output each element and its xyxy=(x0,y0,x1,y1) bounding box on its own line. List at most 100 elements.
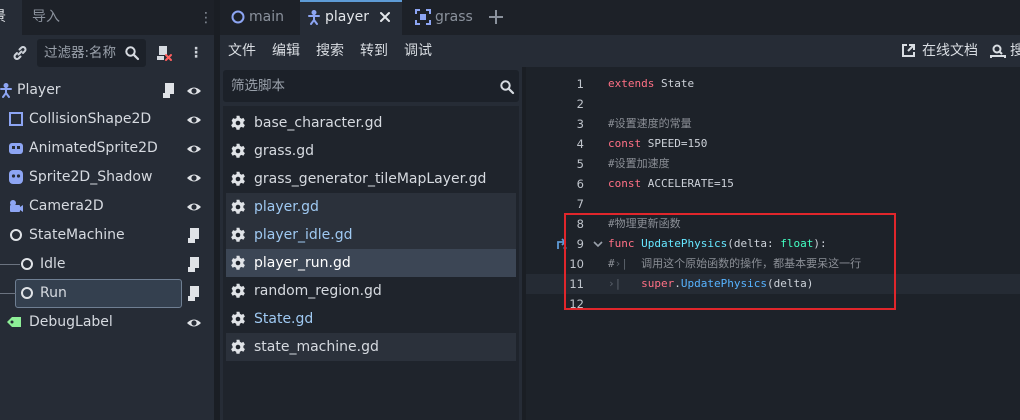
scene-menu-icon[interactable]: ⋮ xyxy=(189,43,203,63)
script-name: player_run.gd xyxy=(254,255,351,271)
menu-file[interactable]: 文件 xyxy=(228,35,256,67)
tree-label: Camera2D xyxy=(29,198,104,214)
tree-row-player[interactable]: Player xyxy=(0,76,214,105)
tree-label: DebugLabel xyxy=(29,314,113,330)
node-circle-icon xyxy=(10,229,22,241)
tree-label: Idle xyxy=(40,256,66,272)
script-list-item[interactable]: player.gd xyxy=(226,193,516,221)
tree-row-camera2d[interactable]: Camera2D xyxy=(0,192,214,221)
gear-icon xyxy=(231,283,245,298)
gear-icon xyxy=(231,171,245,186)
script-name: state_machine.gd xyxy=(254,339,379,355)
script-tabs: main player grass xyxy=(220,0,1020,35)
script-list-item[interactable]: base_character.gd xyxy=(226,109,516,137)
tree-row-collisionshape2d[interactable]: CollisionShape2D xyxy=(0,105,214,134)
tilemap-icon xyxy=(415,9,431,25)
tree-label: AnimatedSprite2D xyxy=(29,140,158,156)
code-text: const ACCELERATE=15 xyxy=(608,174,734,194)
script-list-item[interactable]: state_machine.gd xyxy=(226,333,516,361)
script-list-item[interactable]: State.gd xyxy=(226,305,516,333)
script-icon[interactable] xyxy=(162,82,176,99)
link-icon[interactable] xyxy=(11,44,29,62)
tree-row-run[interactable]: Run xyxy=(0,279,214,308)
line-number: 3 xyxy=(576,117,584,131)
add-tab-icon[interactable] xyxy=(486,7,506,27)
scene-filter-placeholder: 过滤器:名称 xyxy=(44,45,117,61)
script-list-item[interactable]: player_run.gd xyxy=(226,249,516,277)
sprite-icon xyxy=(9,170,23,184)
tree-label: Sprite2D_Shadow xyxy=(29,169,153,185)
tree-row-statemachine[interactable]: StateMachine xyxy=(0,221,214,250)
node-circle-icon xyxy=(21,258,33,270)
tab-player[interactable]: player xyxy=(300,0,402,35)
code-line[interactable]: 6 const ACCELERATE=15 xyxy=(526,174,1020,194)
tree-label: CollisionShape2D xyxy=(29,111,152,127)
tab-grass[interactable]: grass xyxy=(404,0,494,35)
code-line[interactable]: 2 xyxy=(526,94,1020,114)
script-icon[interactable] xyxy=(187,256,201,273)
code-text: #设置速度的常量 xyxy=(608,114,692,134)
visibility-eye-icon[interactable] xyxy=(186,83,202,99)
menu-debug[interactable]: 调试 xyxy=(404,35,432,67)
visibility-eye-icon[interactable] xyxy=(186,199,202,215)
scene-dock: 景 导入 ⋮ 过滤器:名称 ⋮ xyxy=(0,0,214,420)
scene-filter-input[interactable]: 过滤器:名称 xyxy=(37,39,146,67)
search-help-label: 搜 xyxy=(1010,43,1020,59)
menu-goto[interactable]: 转到 xyxy=(360,35,388,67)
code-token: const xyxy=(608,177,642,190)
tree-row-idle[interactable]: Idle xyxy=(0,250,214,279)
dock-options-icon[interactable]: ⋮ xyxy=(199,9,213,27)
script-menu-bar: 文件 编辑 搜索 转到 调试 在线文档 搜 xyxy=(220,35,1020,67)
tree-connector xyxy=(0,293,16,294)
script-name: grass.gd xyxy=(254,143,315,159)
menu-edit[interactable]: 编辑 xyxy=(272,35,300,67)
gear-icon xyxy=(231,199,245,214)
visibility-eye-icon[interactable] xyxy=(186,170,202,186)
line-number: 1 xyxy=(576,77,584,91)
tab-label: main xyxy=(249,9,284,25)
code-line[interactable]: 7 xyxy=(526,194,1020,214)
code-text: extends State xyxy=(608,74,694,94)
script-filter-input[interactable]: 筛选脚本 xyxy=(223,70,519,102)
script-icon[interactable] xyxy=(187,285,201,302)
script-filter-placeholder: 筛选脚本 xyxy=(231,78,285,94)
code-line[interactable]: 3 #设置速度的常量 xyxy=(526,114,1020,134)
script-name: grass_generator_tileMapLayer.gd xyxy=(254,171,487,187)
tab-label: grass xyxy=(435,9,473,25)
line-number: 5 xyxy=(576,157,584,171)
close-icon[interactable] xyxy=(378,10,392,24)
character-body-icon xyxy=(0,83,12,98)
script-icon[interactable] xyxy=(187,227,201,244)
code-text: #设置加速度 xyxy=(608,154,670,174)
gear-icon xyxy=(231,311,245,326)
tree-row-debuglabel[interactable]: DebugLabel xyxy=(0,308,214,337)
code-line[interactable]: 4 const SPEED=150 xyxy=(526,134,1020,154)
scene-dock-tabs: 景 导入 ⋮ xyxy=(0,0,214,35)
script-list-panel: 筛选脚本 base_character.gd grass.gd grass_gene… xyxy=(220,67,522,420)
visibility-eye-icon[interactable] xyxy=(186,315,202,331)
code-token: ACCELERATE=15 xyxy=(641,177,734,190)
gear-icon xyxy=(231,255,245,270)
script-list-item[interactable]: grass.gd xyxy=(226,137,516,165)
tab-main[interactable]: main xyxy=(220,0,298,35)
camera-icon xyxy=(10,200,23,212)
tab-import[interactable]: 导入 xyxy=(26,0,66,35)
label-icon xyxy=(7,317,21,327)
tab-label: player xyxy=(325,9,370,25)
menu-search[interactable]: 搜索 xyxy=(316,35,344,67)
filter-scripts-icon[interactable] xyxy=(155,44,173,62)
online-docs-label: 在线文档 xyxy=(922,43,978,59)
script-list-item[interactable]: player_idle.gd xyxy=(226,221,516,249)
code-line[interactable]: 1 extends State xyxy=(526,74,1020,94)
tree-row-animatedsprite2d[interactable]: AnimatedSprite2D xyxy=(0,134,214,163)
visibility-eye-icon[interactable] xyxy=(186,141,202,157)
tree-row-sprite2d-shadow[interactable]: Sprite2D_Shadow xyxy=(0,163,214,192)
code-token: SPEED=150 xyxy=(641,137,708,150)
code-line[interactable]: 5 #设置加速度 xyxy=(526,154,1020,174)
tab-scene[interactable]: 景 xyxy=(0,0,22,35)
tree-label: Run xyxy=(40,285,67,301)
script-list-item[interactable]: grass_generator_tileMapLayer.gd xyxy=(226,165,516,193)
visibility-eye-icon[interactable] xyxy=(186,112,202,128)
line-number: 7 xyxy=(576,197,584,211)
script-list-item[interactable]: random_region.gd xyxy=(226,277,516,305)
